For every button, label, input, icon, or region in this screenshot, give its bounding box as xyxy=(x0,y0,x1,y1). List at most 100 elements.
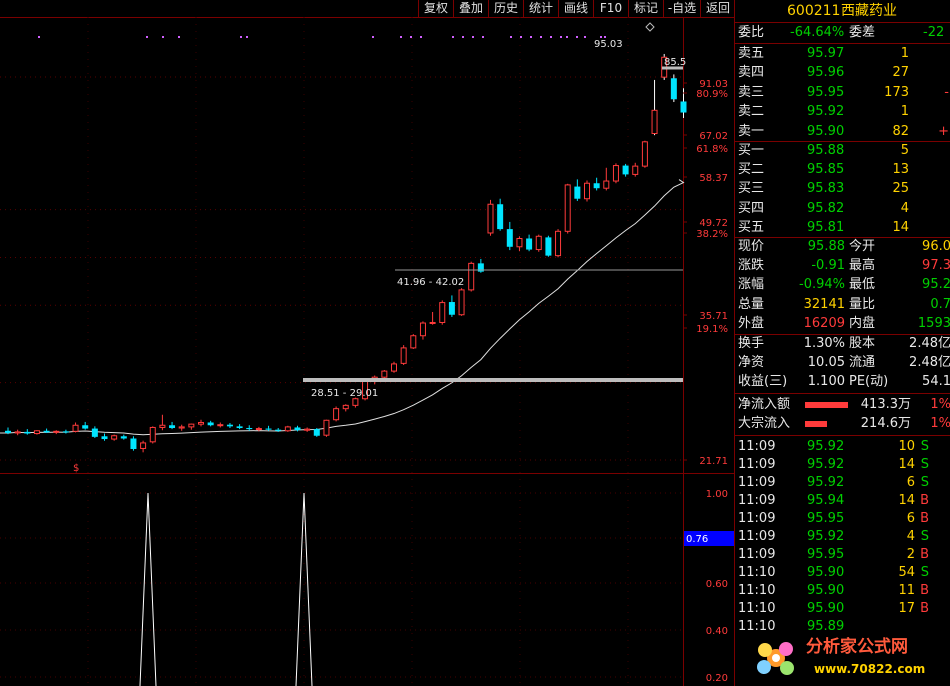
ask-volume: 1 xyxy=(900,46,909,61)
ask-label: 卖一 xyxy=(738,123,765,139)
quote-label: 现价 xyxy=(738,239,765,254)
stock-code: 600211 xyxy=(787,3,841,19)
back-button[interactable]: 返回 xyxy=(700,0,735,17)
bid-label: 买三 xyxy=(738,181,765,197)
tick-price: 95.90 xyxy=(807,583,845,598)
flow-value: 214.6万 xyxy=(860,416,911,431)
kline-chart[interactable]: 41.96 - 42.02 28.51 - 29.01 95.03 85.5 $… xyxy=(0,17,734,686)
bid-volume: 5 xyxy=(900,143,909,158)
quote-row: 现价 95.88 今开 96.0 xyxy=(735,238,950,256)
draw-line-button[interactable]: 画线 xyxy=(558,0,593,17)
tick-row: 11:09 95.94 14 B xyxy=(735,492,950,510)
overlay-button[interactable]: 叠加 xyxy=(453,0,488,17)
indicator-axis-label: 0.40 xyxy=(706,626,728,637)
peak-price-label: 95.03 xyxy=(594,39,623,50)
tick-side: S xyxy=(920,439,929,454)
stock-header: 600211 西藏药业 xyxy=(735,0,950,22)
bid-price: 95.88 xyxy=(807,143,845,158)
tick-price: 95.90 xyxy=(807,601,845,616)
quote-value: 32141 xyxy=(803,296,845,312)
flow-bar xyxy=(805,421,827,427)
ask-label: 卖二 xyxy=(738,104,765,120)
candle xyxy=(188,423,195,430)
tick-volume: 10 xyxy=(898,439,915,454)
candle xyxy=(53,430,60,435)
tick-price: 95.92 xyxy=(807,457,845,472)
remove-watchlist-button[interactable]: -自选 xyxy=(663,0,700,17)
quote-value: 97.3 xyxy=(922,258,950,274)
candle xyxy=(130,436,137,451)
candle xyxy=(670,74,677,103)
flow-percent: 1% xyxy=(930,397,950,412)
bid-price: 95.81 xyxy=(807,219,845,235)
quote-row: 外盘 16209 内盘 1593 xyxy=(735,315,950,333)
candle xyxy=(391,361,397,373)
tick-time: 11:10 xyxy=(738,601,776,616)
tick-time: 11:09 xyxy=(738,475,776,490)
quote-value: -0.91 xyxy=(811,258,845,274)
tick-row: 11:09 95.92 10 S xyxy=(735,438,950,456)
candle xyxy=(159,414,166,431)
history-button[interactable]: 历史 xyxy=(488,0,523,17)
candle xyxy=(265,425,272,431)
ask-price: 95.97 xyxy=(807,46,845,61)
mark-button[interactable]: 标记 xyxy=(628,0,663,17)
tick-time: 11:09 xyxy=(738,439,776,454)
tick-row: 11:09 95.95 2 B xyxy=(735,546,950,564)
stock-name: 西藏药业 xyxy=(841,3,897,19)
quote-label: 外盘 xyxy=(738,315,765,331)
tick-side: S xyxy=(920,565,929,580)
candle xyxy=(564,183,571,234)
tick-price: 95.95 xyxy=(807,511,845,526)
tick-side: B xyxy=(920,583,929,598)
fuquan-button[interactable]: 复权 xyxy=(418,0,453,17)
candle xyxy=(448,295,455,317)
candle xyxy=(323,419,330,437)
fund-value: 1.100 xyxy=(807,374,845,390)
candle xyxy=(82,421,89,430)
tick-volume: 2 xyxy=(906,547,915,562)
tick-side: B xyxy=(920,601,929,616)
statistics-button[interactable]: 统计 xyxy=(523,0,558,17)
gap-band-lower xyxy=(303,378,683,382)
candle xyxy=(352,397,359,408)
candle xyxy=(622,163,629,177)
candle xyxy=(101,433,108,441)
candle xyxy=(178,424,185,431)
fund-label: 净资 xyxy=(738,355,765,371)
tick-time: 11:09 xyxy=(738,511,776,526)
ask-row: 卖四 95.96 27 xyxy=(735,64,950,82)
ask-price: 95.96 xyxy=(807,65,845,81)
candle xyxy=(14,429,21,436)
chart-toolbar: 复权 叠加 历史 统计 画线 F10 标记 -自选 返回 xyxy=(0,0,735,18)
candle xyxy=(487,199,494,236)
quote-label: 量比 xyxy=(849,296,876,312)
candle xyxy=(632,162,639,177)
candle xyxy=(526,234,533,252)
candle xyxy=(198,419,204,427)
candle xyxy=(43,428,50,433)
quote-label: 涨幅 xyxy=(738,277,765,293)
gap-label-lower: 28.51 - 29.01 xyxy=(311,388,378,399)
tick-price: 95.94 xyxy=(807,493,845,508)
tick-volume: 11 xyxy=(898,583,915,598)
price-axis-label: 67.02 xyxy=(699,131,728,142)
indicator-axis-label: 1.00 xyxy=(706,489,728,500)
candle xyxy=(555,229,562,258)
tick-time: 11:09 xyxy=(738,457,776,472)
fund-label: 股本 xyxy=(849,336,876,351)
bid-volume: 4 xyxy=(900,200,909,216)
candle xyxy=(410,334,417,350)
price-axis-label: 35.71 xyxy=(699,311,728,322)
fund-value: 1.30% xyxy=(803,336,845,351)
quote-value: 16209 xyxy=(803,315,845,331)
bid-price: 95.85 xyxy=(807,162,845,178)
tick-row: 11:09 95.92 14 S xyxy=(735,456,950,474)
ask-label: 卖五 xyxy=(738,46,765,61)
candle xyxy=(313,428,320,437)
candle xyxy=(584,180,590,202)
fund-value: 54.1 xyxy=(922,374,950,390)
quote-label: 今开 xyxy=(849,239,876,254)
candle xyxy=(535,234,542,252)
f10-button[interactable]: F10 xyxy=(593,0,628,17)
